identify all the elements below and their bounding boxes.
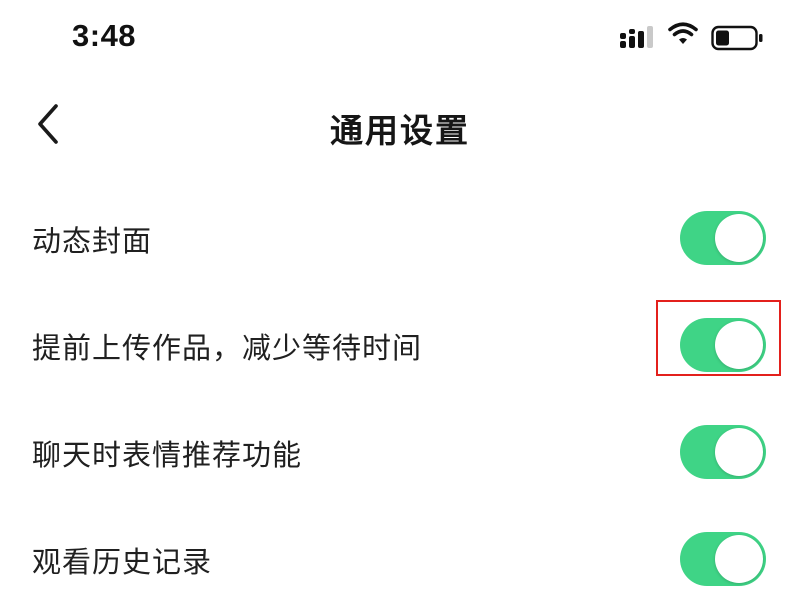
signal-icon: [620, 26, 653, 48]
wifi-icon: [668, 22, 698, 44]
status-time: 3:48: [72, 18, 137, 53]
battery-icon: [711, 25, 763, 51]
pre-upload-toggle[interactable]: [680, 318, 766, 372]
setting-row-emoji-recommend: 聊天时表情推荐功能: [0, 398, 800, 505]
settings-list: 动态封面 提前上传作品，减少等待时间 聊天时表情推荐功能 观看历史记录: [0, 184, 800, 600]
status-bar: 3:48: [0, 0, 800, 80]
setting-label: 提前上传作品，减少等待时间: [32, 331, 423, 365]
settings-screen: 3:48 通用设置 动态封面 提前上传作品，减少等待时间 聊天时表情推荐功能 观…: [0, 0, 800, 600]
nav-bar: 通用设置: [0, 90, 800, 160]
setting-row-dynamic-cover: 动态封面: [0, 184, 800, 291]
toggle-knob: [715, 214, 763, 262]
watch-history-toggle[interactable]: [680, 532, 766, 586]
setting-label: 动态封面: [32, 224, 153, 258]
toggle-knob: [715, 428, 763, 476]
dynamic-cover-toggle[interactable]: [680, 211, 766, 265]
emoji-recommend-toggle[interactable]: [680, 425, 766, 479]
setting-label: 聊天时表情推荐功能: [32, 438, 303, 472]
page-title: 通用设置: [330, 111, 470, 150]
toggle-knob: [715, 321, 763, 369]
toggle-knob: [715, 535, 763, 583]
setting-row-watch-history: 观看历史记录: [0, 505, 800, 600]
setting-label: 观看历史记录: [32, 545, 213, 579]
setting-row-pre-upload: 提前上传作品，减少等待时间: [0, 291, 800, 398]
